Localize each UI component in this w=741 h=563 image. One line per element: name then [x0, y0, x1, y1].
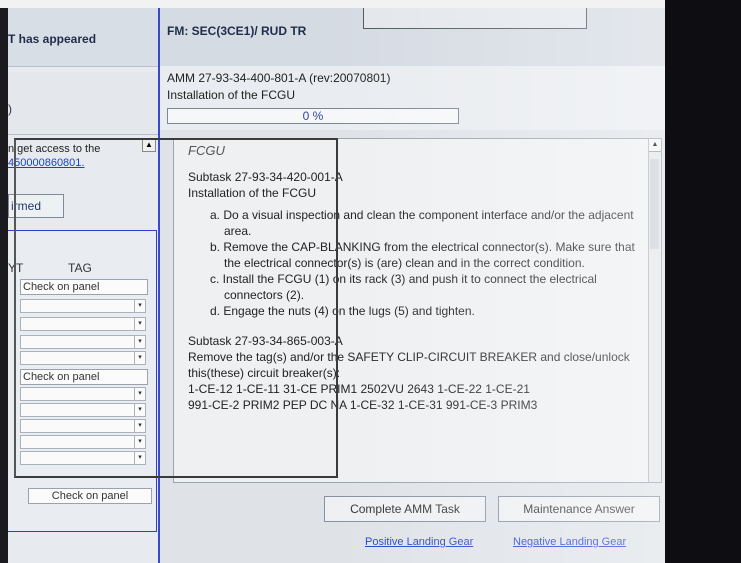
screen: T has appeared ) n get access to the 450… — [8, 8, 665, 563]
left-header: T has appeared — [8, 8, 158, 67]
complete-amm-task-button[interactable]: Complete AMM Task — [324, 496, 486, 522]
amm-task-title: Installation of the FCGU — [167, 88, 296, 102]
scroll-thumb[interactable] — [650, 159, 659, 249]
scroll-up-icon[interactable]: ▲ — [649, 139, 661, 152]
content-scrollbar[interactable]: ▲ — [648, 139, 661, 482]
left-header-text: T has appeared — [8, 32, 97, 46]
maintenance-answer-button[interactable]: Maintenance Answer — [498, 496, 660, 522]
positive-landing-gear-link[interactable]: Positive Landing Gear — [365, 536, 473, 548]
monitor-bezel — [665, 0, 741, 563]
left-subheader: ) — [8, 72, 158, 135]
negative-landing-gear-link[interactable]: Negative Landing Gear — [513, 536, 626, 548]
popup-window-edge — [363, 8, 587, 29]
task-progress-bar: 0 % — [167, 108, 459, 124]
check-on-panel-cell-bottom[interactable]: Check on panel — [28, 488, 152, 504]
left-sub-text: ) — [8, 102, 12, 116]
fault-message-text: FM: SEC(3CE1)/ RUD TR — [167, 24, 307, 38]
reflection-frame — [14, 138, 338, 478]
top-bezel — [0, 0, 741, 8]
amm-reference: AMM 27-93-34-400-801-A (rev:20070801) — [167, 71, 391, 85]
amm-task-info: AMM 27-93-34-400-801-A (rev:20070801) In… — [160, 66, 665, 130]
progress-text: 0 % — [302, 109, 324, 123]
